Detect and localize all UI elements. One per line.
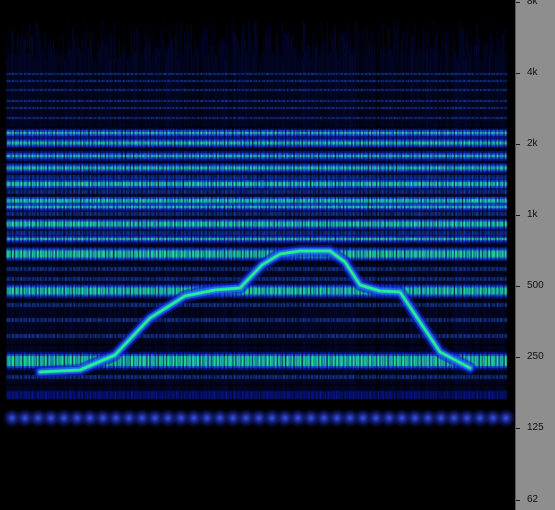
freq-label: 4k [527,67,538,78]
freq-label: 500 [527,280,544,291]
freq-label: 1k [527,209,538,220]
spectrogram-canvas[interactable] [0,0,515,510]
freq-label: 2k [527,138,538,149]
freq-label: 8k [527,0,538,7]
frequency-scale[interactable]: 8k 4k 2k 1k 500 250 125 62 [515,0,555,510]
spectrogram-view: 8k 4k 2k 1k 500 250 125 62 [0,0,555,510]
freq-label: 250 [527,351,544,362]
freq-label: 62 [527,494,539,505]
freq-tick [516,144,520,145]
freq-tick [516,2,520,3]
freq-tick [516,286,520,287]
freq-tick [516,428,520,429]
freq-tick [516,215,520,216]
freq-tick [516,73,520,74]
freq-label: 125 [527,422,544,433]
freq-tick [516,357,520,358]
freq-tick [516,500,520,501]
